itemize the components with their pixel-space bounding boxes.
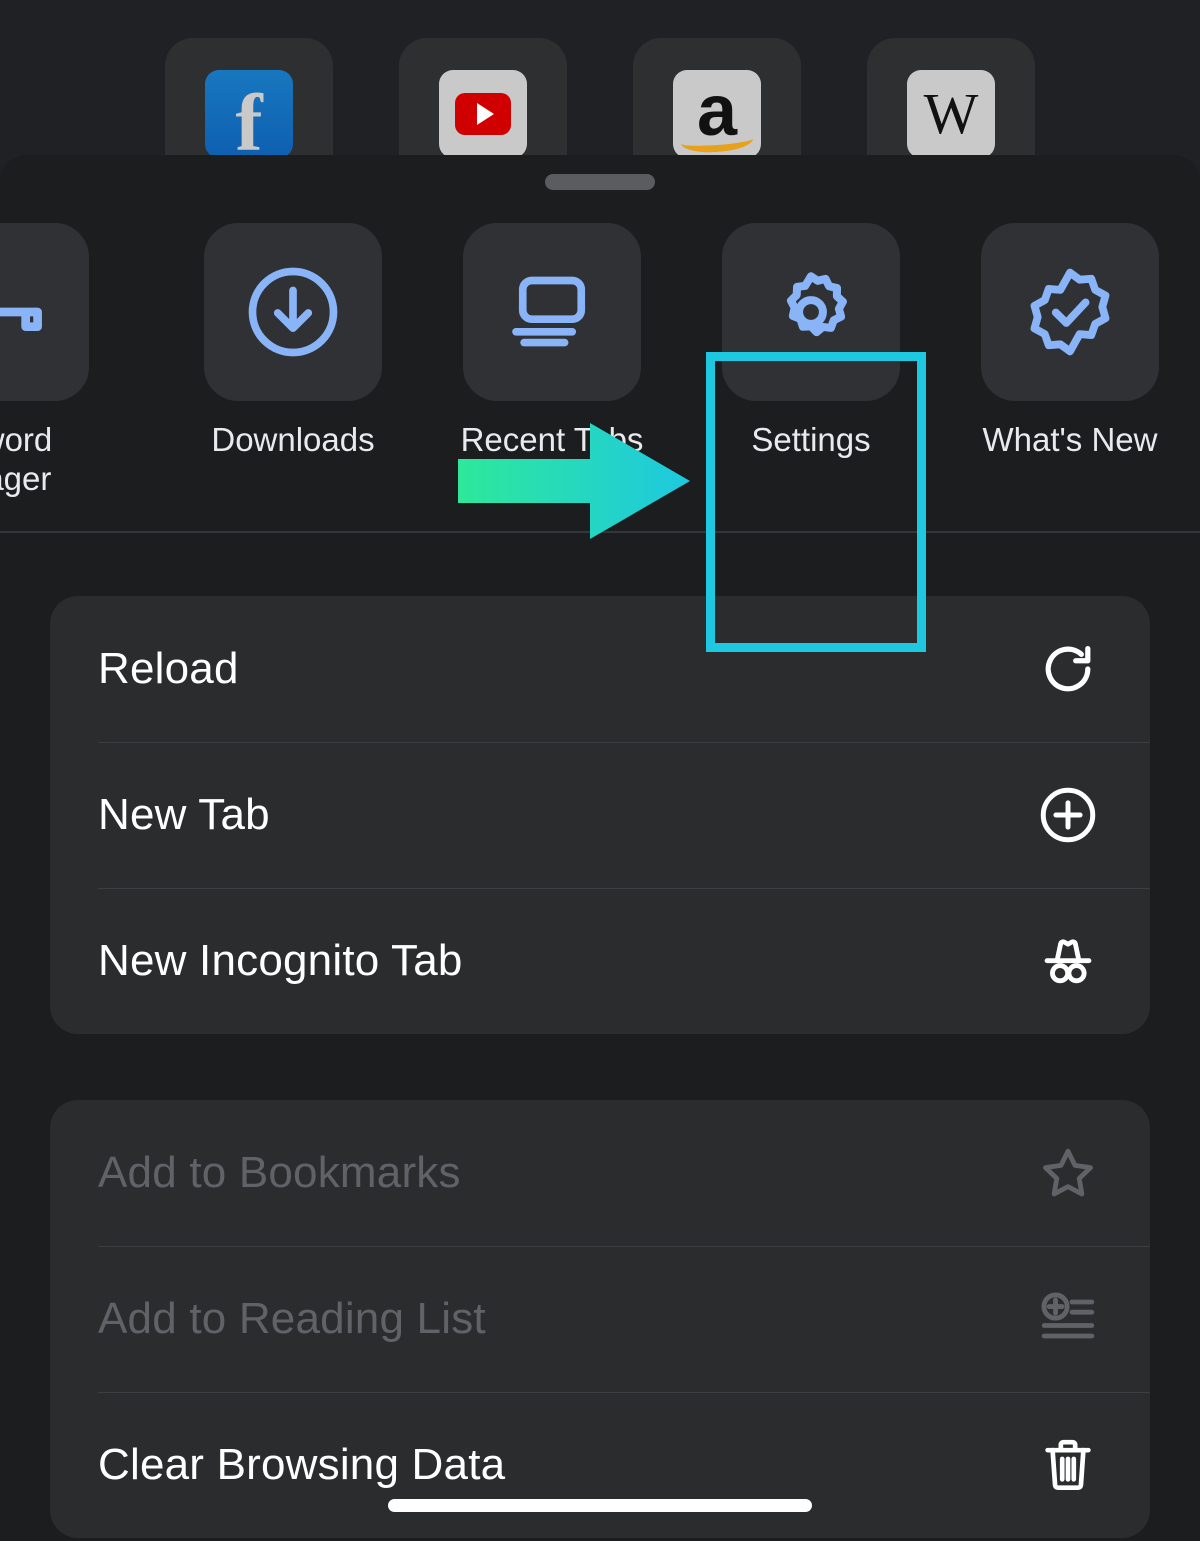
quick-action-label: Settings bbox=[751, 421, 871, 458]
star-icon bbox=[1030, 1135, 1106, 1211]
badge-check-icon bbox=[1030, 268, 1110, 356]
menu-item-label: New Tab bbox=[98, 790, 270, 839]
site-shortcuts-row: f a W bbox=[0, 0, 1200, 206]
menu-item-clear-browsing-data[interactable]: Clear Browsing Data bbox=[50, 1392, 1150, 1538]
annotation-arrow-icon bbox=[458, 423, 690, 539]
plus-circle-icon bbox=[1030, 777, 1106, 853]
menu-item-label: Clear Browsing Data bbox=[98, 1440, 506, 1489]
reload-icon bbox=[1030, 631, 1106, 707]
incognito-icon bbox=[1030, 923, 1106, 999]
whats-new-tile bbox=[981, 223, 1159, 401]
menu-item-new-tab[interactable]: New Tab bbox=[50, 742, 1150, 888]
menu-item-label: New Incognito Tab bbox=[98, 936, 463, 985]
facebook-icon: f bbox=[205, 70, 293, 158]
downloads-tile bbox=[204, 223, 382, 401]
quick-action-label: Downloads bbox=[211, 421, 375, 458]
wikipedia-glyph: W bbox=[923, 81, 979, 146]
menu-item-new-incognito-tab[interactable]: New Incognito Tab bbox=[50, 888, 1150, 1034]
browser-menu-sheet: ssword anager Downloads bbox=[0, 155, 1200, 1541]
menu-item-label: Reload bbox=[98, 644, 239, 693]
wikipedia-icon: W bbox=[907, 70, 995, 158]
key-icon bbox=[0, 307, 42, 332]
menu-group-secondary: Add to Bookmarks Add to Reading List Cle… bbox=[50, 1100, 1150, 1538]
quick-action-label: ssword anager bbox=[0, 421, 115, 499]
quick-action-password-manager[interactable]: ssword anager bbox=[0, 223, 110, 523]
password-manager-tile bbox=[0, 223, 89, 401]
reading-list-icon bbox=[1030, 1281, 1106, 1357]
menu-item-label: Add to Bookmarks bbox=[98, 1148, 461, 1197]
amazon-swoosh bbox=[680, 127, 754, 155]
menu-item-add-to-bookmarks: Add to Bookmarks bbox=[50, 1100, 1150, 1246]
gear-icon bbox=[786, 272, 847, 337]
menu-item-reload[interactable]: Reload bbox=[50, 596, 1150, 742]
recent-tabs-icon bbox=[512, 276, 586, 347]
quick-action-downloads[interactable]: Downloads bbox=[183, 223, 403, 523]
trash-icon bbox=[1030, 1427, 1106, 1503]
menu-group-primary: Reload New Tab New Incognito Tab bbox=[50, 596, 1150, 1034]
youtube-play-triangle bbox=[477, 103, 494, 125]
home-indicator bbox=[388, 1499, 812, 1512]
password-manager-label-line2: anager bbox=[0, 459, 52, 497]
menu-item-add-to-reading-list: Add to Reading List bbox=[50, 1246, 1150, 1392]
quick-action-label: What's New bbox=[982, 421, 1158, 458]
facebook-glyph: f bbox=[235, 77, 263, 158]
recent-tabs-tile bbox=[463, 223, 641, 401]
download-circle-icon bbox=[248, 267, 338, 357]
sheet-drag-handle[interactable] bbox=[545, 174, 655, 190]
youtube-play-box bbox=[455, 93, 511, 135]
menu-item-label: Add to Reading List bbox=[98, 1294, 486, 1343]
password-manager-label-line1: ssword bbox=[0, 421, 53, 458]
quick-action-settings[interactable]: Settings bbox=[701, 223, 921, 523]
youtube-icon bbox=[439, 70, 527, 158]
amazon-icon: a bbox=[673, 70, 761, 158]
quick-action-whats-new[interactable]: What's New bbox=[960, 223, 1180, 523]
phone-screen: f a W ord ger Downloads Recent Tabs Sett… bbox=[0, 0, 1200, 1541]
settings-tile bbox=[722, 223, 900, 401]
